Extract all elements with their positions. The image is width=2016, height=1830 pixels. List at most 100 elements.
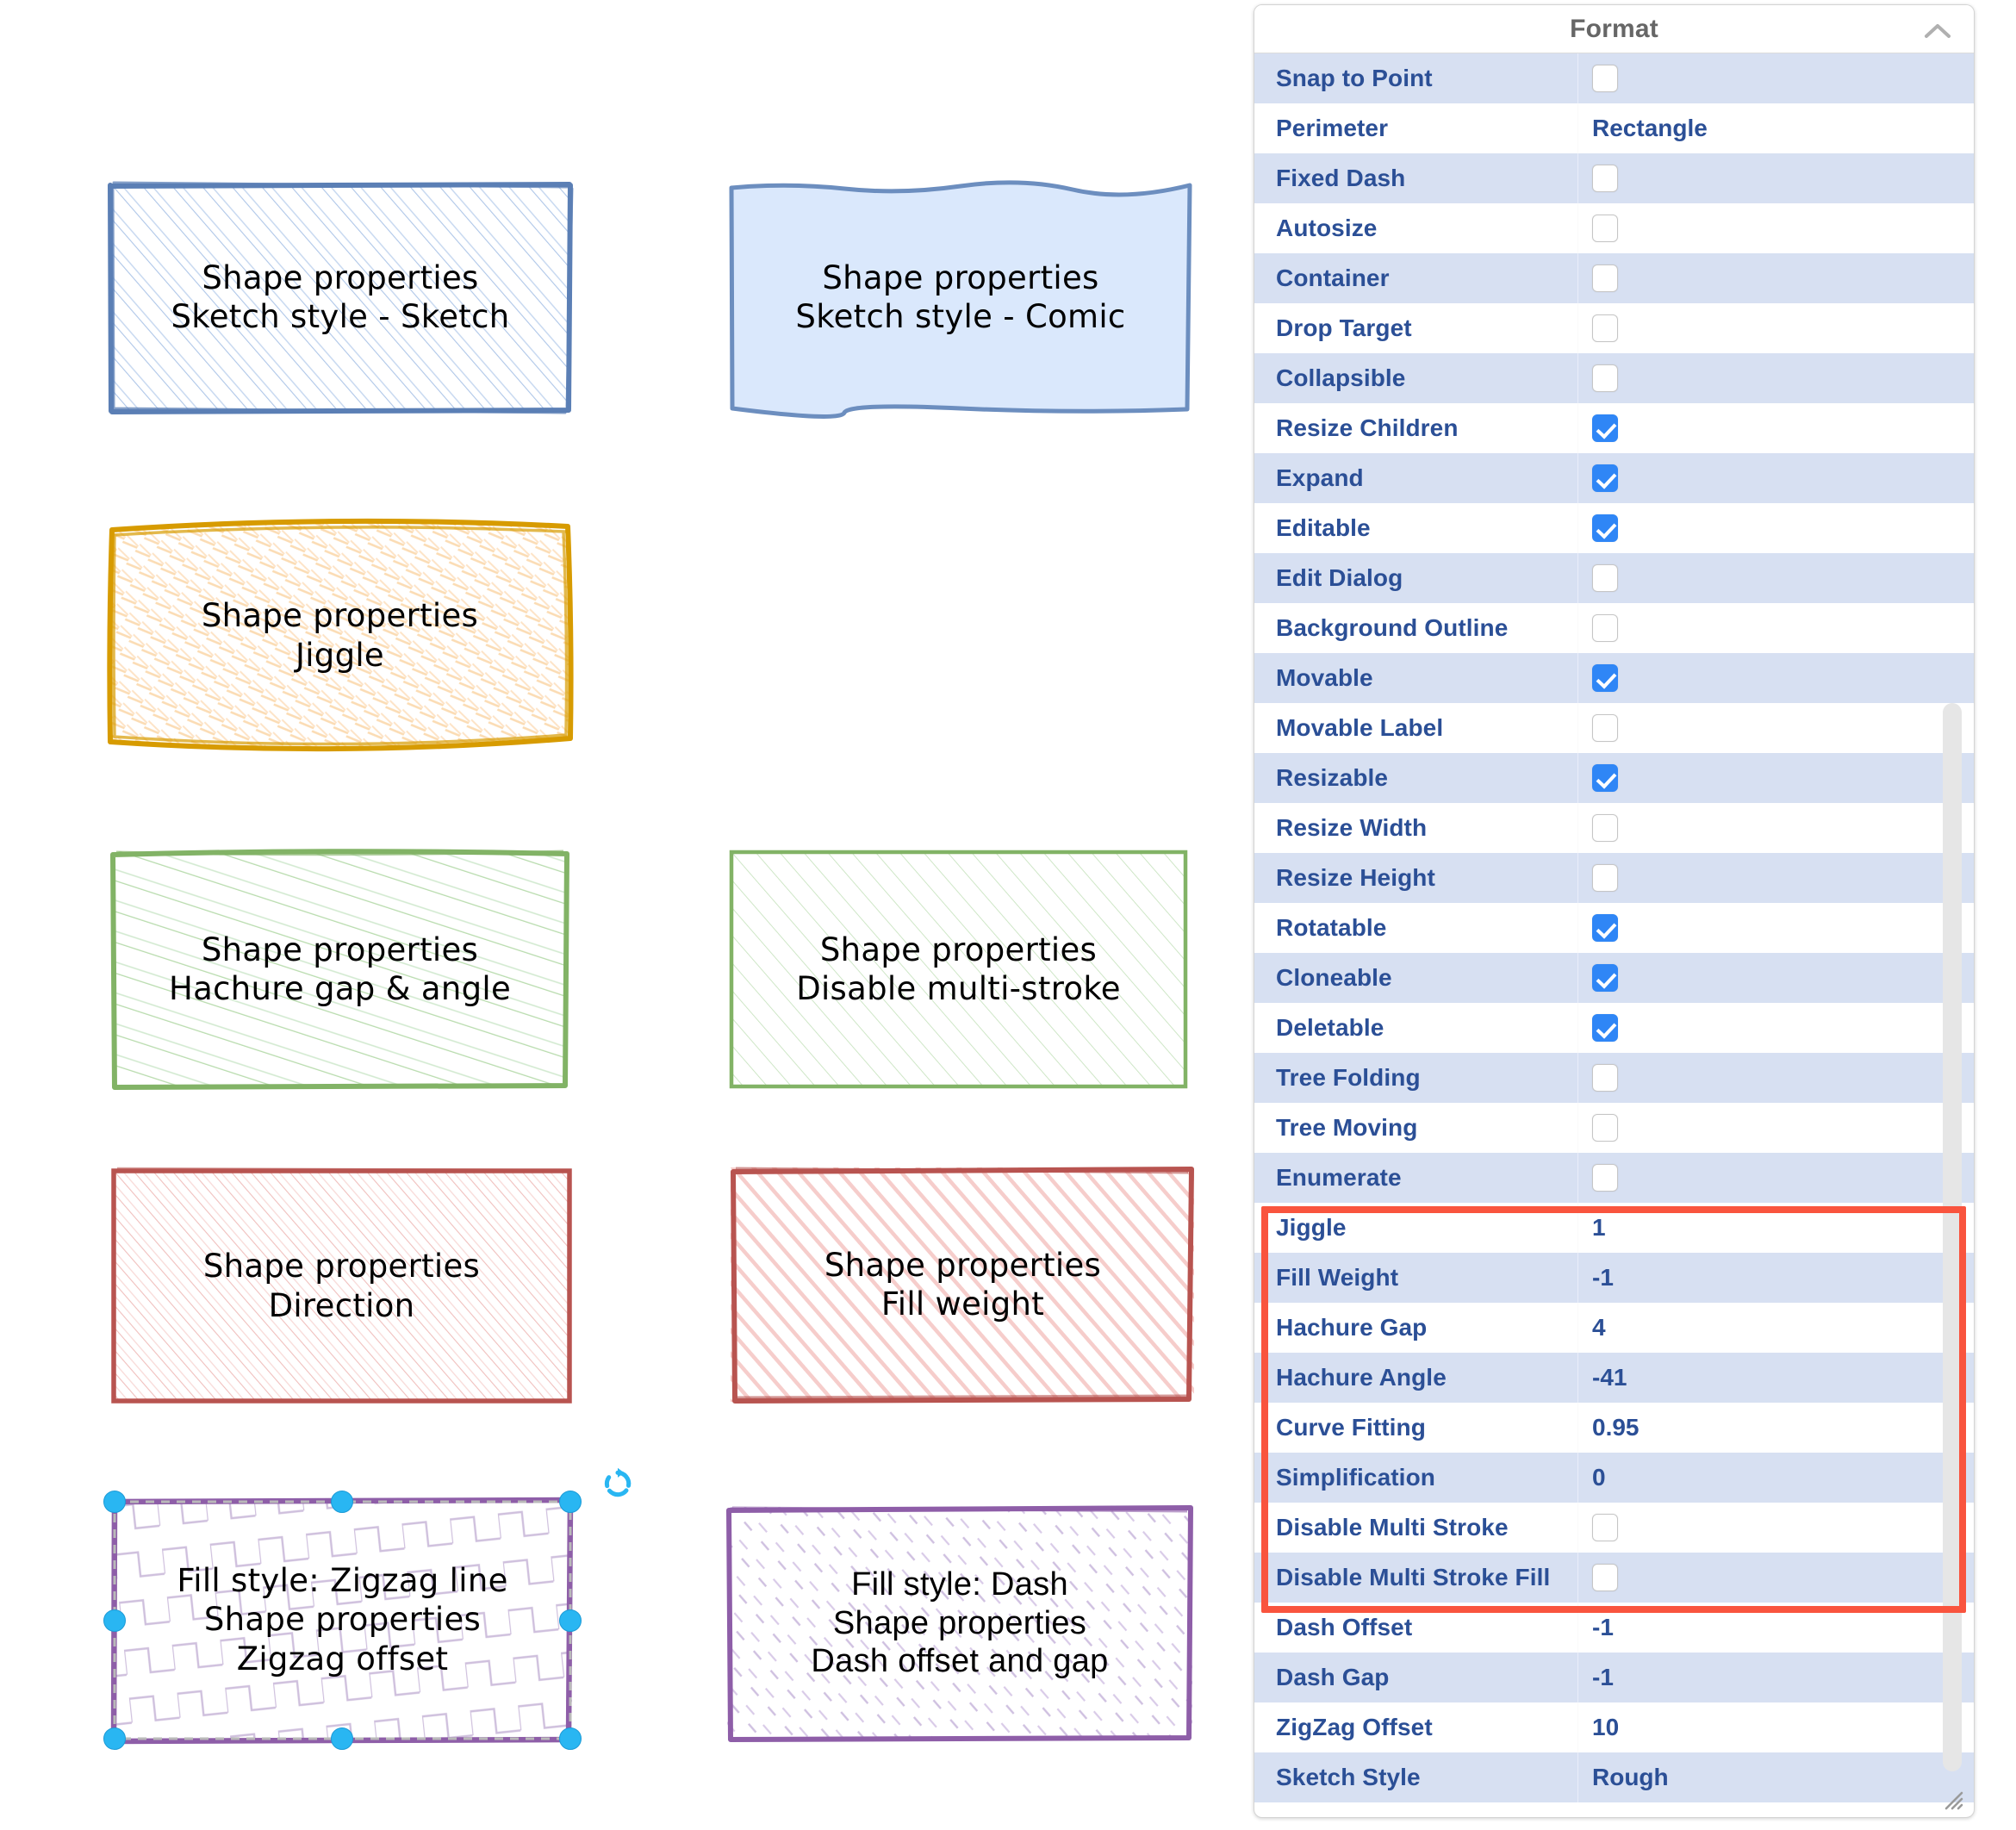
property-row[interactable]: Perimeter Rectangle [1254,103,1974,153]
property-value-cell[interactable]: -1 [1578,1253,1974,1303]
resize-handle-s[interactable] [331,1727,353,1750]
property-row[interactable]: Snap to Point [1254,53,1974,103]
property-checkbox[interactable] [1592,215,1618,242]
property-value-cell[interactable] [1578,1503,1974,1553]
property-checkbox[interactable] [1592,664,1618,692]
property-row[interactable]: Background Outline [1254,603,1974,653]
property-value-cell[interactable] [1578,203,1974,253]
property-checkbox[interactable] [1592,964,1618,992]
property-value-cell[interactable]: 4 [1578,1303,1974,1353]
resize-handle-ne[interactable] [559,1491,582,1513]
property-value-cell[interactable]: Rough [1578,1752,1974,1802]
property-checkbox[interactable] [1592,65,1618,92]
property-value-cell[interactable] [1578,153,1974,203]
property-value-cell[interactable] [1578,653,1974,703]
property-checkbox[interactable] [1592,165,1618,192]
resize-handle-sw[interactable] [103,1727,126,1750]
property-row[interactable]: Disable Multi Stroke Fill [1254,1553,1974,1603]
property-row[interactable]: Resizable [1254,753,1974,803]
resize-grip-icon[interactable] [1938,1784,1963,1810]
property-row[interactable]: Resize Height [1254,853,1974,903]
panel-scrollbar-thumb[interactable] [1943,703,1962,1771]
property-value-cell[interactable] [1578,503,1974,553]
property-row[interactable]: Dash Offset -1 [1254,1603,1974,1653]
property-row[interactable]: Hachure Angle -41 [1254,1353,1974,1403]
property-row[interactable]: Simplification 0 [1254,1453,1974,1503]
property-value-cell[interactable] [1578,353,1974,403]
format-rows-viewport[interactable]: Snap to Point Perimeter Rectangle Fixed Das… [1254,53,1974,1817]
property-value-cell[interactable]: 10 [1578,1702,1974,1752]
property-checkbox[interactable] [1592,1114,1618,1142]
property-checkbox[interactable] [1592,1064,1618,1092]
property-row[interactable]: Editable [1254,503,1974,553]
property-row[interactable]: Movable [1254,653,1974,703]
resize-handle-n[interactable] [331,1491,353,1513]
chevron-up-icon[interactable] [1924,22,1951,40]
property-checkbox[interactable] [1592,1164,1618,1192]
shape-hachure-gap-angle[interactable]: Shape properties Hachure gap & angle [109,849,570,1090]
property-checkbox[interactable] [1592,714,1618,742]
property-value-cell[interactable] [1578,953,1974,1003]
property-row[interactable]: Tree Folding [1254,1053,1974,1103]
property-row[interactable]: Enumerate [1254,1153,1974,1203]
property-row[interactable]: ZigZag Offset 10 [1254,1702,1974,1752]
property-checkbox[interactable] [1592,1514,1618,1541]
property-row[interactable]: Sketch Style Rough [1254,1752,1974,1802]
property-row[interactable]: Hachure Gap 4 [1254,1303,1974,1353]
property-checkbox[interactable] [1592,265,1618,292]
shape-fill-weight[interactable]: Shape properties Fill weight [728,1165,1198,1404]
property-checkbox[interactable] [1592,364,1618,392]
property-value-cell[interactable]: -1 [1578,1603,1974,1653]
property-value-cell[interactable] [1578,303,1974,353]
diagram-canvas[interactable]: Shape properties Sketch style - Sketch S… [0,0,1241,1830]
property-row[interactable]: Dash Gap -1 [1254,1653,1974,1702]
property-row[interactable]: Cloneable [1254,953,1974,1003]
property-value-cell[interactable] [1578,253,1974,303]
shape-sketch-sketch[interactable]: Shape properties Sketch style - Sketch [108,181,574,414]
resize-handle-e[interactable] [559,1609,582,1632]
property-row[interactable]: Disable Multi Stroke [1254,1503,1974,1553]
property-row[interactable]: Expand [1254,453,1974,503]
property-value-cell[interactable] [1578,403,1974,453]
property-checkbox[interactable] [1592,814,1618,842]
property-value-cell[interactable] [1578,1103,1974,1153]
property-row[interactable]: Fixed Dash [1254,153,1974,203]
property-value-cell[interactable] [1578,553,1974,603]
property-row[interactable]: Resize Width [1254,803,1974,853]
property-value-cell[interactable]: 0 [1578,1453,1974,1503]
property-checkbox[interactable] [1592,1564,1618,1591]
property-value-cell[interactable] [1578,53,1974,103]
property-row[interactable]: Curve Fitting 0.95 [1254,1403,1974,1453]
property-checkbox[interactable] [1592,1014,1618,1042]
shape-disable-multi-stroke[interactable]: Shape properties Disable multi-stroke [728,849,1189,1090]
property-value-cell[interactable] [1578,603,1974,653]
property-row[interactable]: Tree Moving [1254,1103,1974,1153]
shape-zigzag-offset[interactable]: Fill style: Zigzag line Shape properties… [103,1467,632,1750]
shape-dash-offset-gap[interactable]: Fill style: Dash Shape properties Dash o… [724,1503,1196,1743]
property-row[interactable]: Jiggle 1 [1254,1203,1974,1253]
property-row[interactable]: Container [1254,253,1974,303]
shape-direction[interactable]: Shape properties Direction [110,1167,573,1404]
property-checkbox[interactable] [1592,764,1618,792]
property-checkbox[interactable] [1592,564,1618,592]
property-row[interactable]: Edit Dialog [1254,553,1974,603]
property-row[interactable]: Deletable [1254,1003,1974,1053]
property-value-cell[interactable] [1578,753,1974,803]
property-value-cell[interactable] [1578,1003,1974,1053]
property-value-cell[interactable] [1578,853,1974,903]
property-row[interactable]: Autosize [1254,203,1974,253]
resize-handle-w[interactable] [103,1609,126,1632]
property-value-cell[interactable] [1578,1053,1974,1103]
property-row[interactable]: Movable Label [1254,703,1974,753]
resize-handle-se[interactable] [559,1727,582,1750]
property-value-cell[interactable] [1578,803,1974,853]
property-row[interactable]: Rotatable [1254,903,1974,953]
property-checkbox[interactable] [1592,464,1618,492]
property-checkbox[interactable] [1592,514,1618,542]
property-value-cell[interactable]: 0.95 [1578,1403,1974,1453]
property-row[interactable]: Fill Weight -1 [1254,1253,1974,1303]
resize-handle-nw[interactable] [103,1491,126,1513]
property-row[interactable]: Collapsible [1254,353,1974,403]
property-value-cell[interactable] [1578,1553,1974,1603]
format-panel-header[interactable]: Format [1254,5,1974,53]
